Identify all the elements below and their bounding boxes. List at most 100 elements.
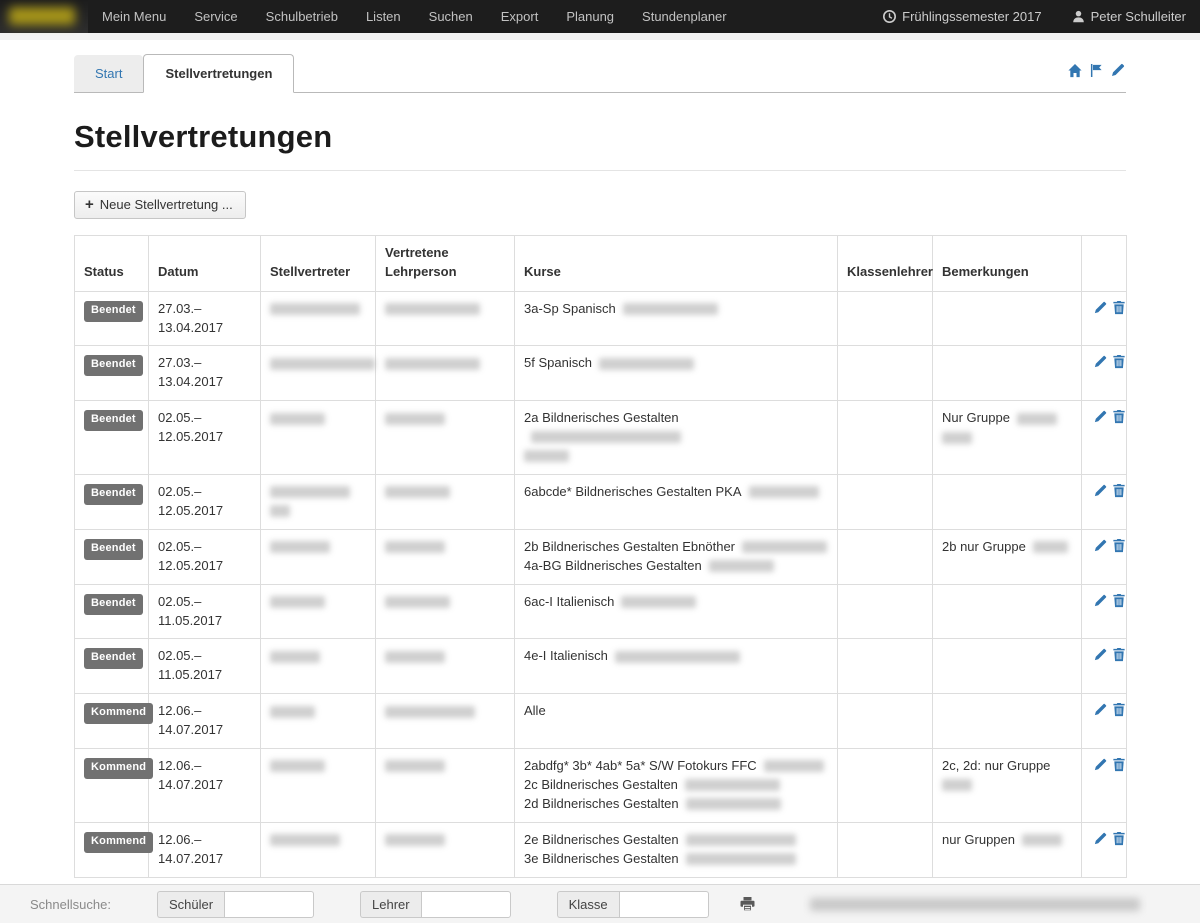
blurred-text bbox=[686, 798, 781, 810]
tab-stellvertretungen[interactable]: Stellvertretungen bbox=[143, 54, 294, 93]
menu-item-listen[interactable]: Listen bbox=[352, 9, 415, 24]
blurred-text bbox=[385, 651, 445, 663]
plus-icon: + bbox=[85, 199, 94, 211]
bemerkungen-cell bbox=[933, 694, 1082, 749]
status-cell: Beendet bbox=[75, 474, 149, 529]
input-addon-label: Klasse bbox=[557, 891, 619, 918]
vertretene-lehrperson-cell bbox=[376, 584, 515, 639]
status-badge: Kommend bbox=[84, 832, 153, 853]
column-header-status: Status bbox=[75, 236, 149, 292]
blurred-text bbox=[270, 303, 360, 315]
stellvertreter-cell bbox=[261, 474, 376, 529]
printer-icon[interactable] bbox=[739, 896, 756, 912]
pencil-icon[interactable] bbox=[1110, 62, 1126, 78]
trash-icon[interactable] bbox=[1112, 409, 1126, 424]
pencil-icon[interactable] bbox=[1093, 647, 1108, 662]
bemerkungen-cell: 2b nur Gruppe bbox=[933, 529, 1082, 584]
pencil-icon[interactable] bbox=[1093, 702, 1108, 717]
pencil-icon[interactable] bbox=[1093, 593, 1108, 608]
actions-cell bbox=[1082, 748, 1127, 822]
user-name: Peter Schulleiter bbox=[1091, 9, 1186, 24]
table-row: Beendet02.05.–11.05.20174e-I Italienisch bbox=[75, 639, 1127, 694]
pencil-icon[interactable] bbox=[1093, 538, 1108, 553]
trash-icon[interactable] bbox=[1112, 354, 1126, 369]
menu-item-suchen[interactable]: Suchen bbox=[415, 9, 487, 24]
pencil-icon[interactable] bbox=[1093, 831, 1108, 846]
bemerkungen-cell bbox=[933, 639, 1082, 694]
klassenlehrer-cell bbox=[838, 748, 933, 822]
blurred-text bbox=[270, 486, 350, 498]
vertretene-lehrperson-cell bbox=[376, 401, 515, 475]
blurred-text bbox=[615, 651, 740, 663]
blurred-text bbox=[270, 413, 325, 425]
blurred-text bbox=[270, 358, 375, 370]
app-logo[interactable] bbox=[0, 0, 88, 33]
trash-icon[interactable] bbox=[1112, 757, 1126, 772]
blurred-text bbox=[385, 596, 450, 608]
trash-icon[interactable] bbox=[1112, 647, 1126, 662]
table-row: Kommend12.06.–14.07.2017Alle bbox=[75, 694, 1127, 749]
blurred-text bbox=[1033, 541, 1068, 553]
menu-item-service[interactable]: Service bbox=[180, 9, 251, 24]
nav-bottom-strip bbox=[0, 33, 1200, 40]
status-badge: Beendet bbox=[84, 355, 143, 376]
table-row: Beendet27.03.–13.04.20173a-Sp Spanisch bbox=[75, 291, 1127, 346]
table-row: Beendet02.05.–12.05.20172b Bildnerisches… bbox=[75, 529, 1127, 584]
pencil-icon[interactable] bbox=[1093, 354, 1108, 369]
quick-search-bar: Schnellsuche: SchülerLehrerKlasse bbox=[0, 884, 1200, 923]
flag-icon[interactable] bbox=[1090, 63, 1103, 78]
bemerkungen-cell: 2c, 2d: nur Gruppe bbox=[933, 748, 1082, 822]
stellvertreter-cell bbox=[261, 291, 376, 346]
substitutions-table: StatusDatumStellvertreterVertretene Lehr… bbox=[74, 235, 1127, 878]
actions-cell bbox=[1082, 401, 1127, 475]
menu-item-planung[interactable]: Planung bbox=[552, 9, 628, 24]
pencil-icon[interactable] bbox=[1093, 483, 1108, 498]
vertretene-lehrperson-cell bbox=[376, 291, 515, 346]
klassenlehrer-cell bbox=[838, 694, 933, 749]
pencil-icon[interactable] bbox=[1093, 409, 1108, 424]
kurse-cell: 6ac-I Italienisch bbox=[515, 584, 838, 639]
menu-item-mein-menu[interactable]: Mein Menu bbox=[88, 9, 180, 24]
status-cell: Beendet bbox=[75, 291, 149, 346]
column-header-kurse: Kurse bbox=[515, 236, 838, 292]
klassenlehrer-cell bbox=[838, 346, 933, 401]
pencil-icon[interactable] bbox=[1093, 300, 1108, 315]
blurred-text bbox=[764, 760, 824, 772]
kurse-cell: 6abcde* Bildnerisches Gestalten PKA bbox=[515, 474, 838, 529]
trash-icon[interactable] bbox=[1112, 483, 1126, 498]
klassenlehrer-cell bbox=[838, 529, 933, 584]
schuler-search-input[interactable] bbox=[224, 891, 314, 918]
home-icon[interactable] bbox=[1067, 63, 1083, 78]
trash-icon[interactable] bbox=[1112, 702, 1126, 717]
bemerkungen-cell bbox=[933, 346, 1082, 401]
user-menu[interactable]: Peter Schulleiter bbox=[1072, 9, 1186, 24]
blurred-text bbox=[270, 760, 325, 772]
actions-cell bbox=[1082, 291, 1127, 346]
bemerkungen-cell bbox=[933, 474, 1082, 529]
user-icon bbox=[1072, 10, 1085, 23]
blurred-text bbox=[623, 303, 718, 315]
status-badge: Beendet bbox=[84, 301, 143, 322]
kurse-cell: 2a Bildnerisches Gestalten bbox=[515, 401, 838, 475]
blurred-text bbox=[270, 651, 320, 663]
logo-image-blurred bbox=[9, 7, 75, 25]
blurred-text bbox=[531, 431, 681, 443]
column-header-stellvertreter: Stellvertreter bbox=[261, 236, 376, 292]
lehrer-search-input[interactable] bbox=[421, 891, 511, 918]
blurred-text bbox=[686, 853, 796, 865]
klasse-search-input[interactable] bbox=[619, 891, 709, 918]
trash-icon[interactable] bbox=[1112, 300, 1126, 315]
status-cell: Kommend bbox=[75, 822, 149, 877]
trash-icon[interactable] bbox=[1112, 831, 1126, 846]
trash-icon[interactable] bbox=[1112, 538, 1126, 553]
pencil-icon[interactable] bbox=[1093, 757, 1108, 772]
menu-item-export[interactable]: Export bbox=[487, 9, 553, 24]
tab-start[interactable]: Start bbox=[74, 55, 143, 92]
menu-item-schulbetrieb[interactable]: Schulbetrieb bbox=[252, 9, 352, 24]
column-header-datum: Datum bbox=[149, 236, 261, 292]
menu-item-stundenplaner[interactable]: Stundenplaner bbox=[628, 9, 741, 24]
new-substitution-button[interactable]: + Neue Stellvertretung ... bbox=[74, 191, 246, 219]
trash-icon[interactable] bbox=[1112, 593, 1126, 608]
blurred-text bbox=[270, 505, 290, 517]
blurred-text bbox=[270, 541, 330, 553]
